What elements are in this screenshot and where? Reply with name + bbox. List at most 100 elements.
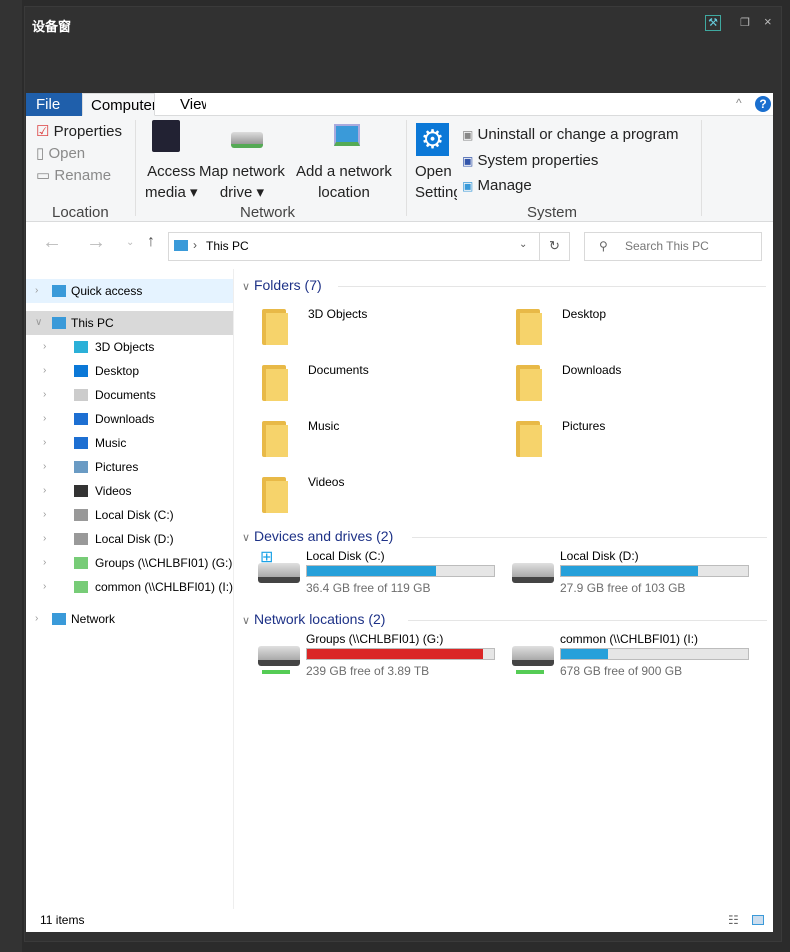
folder-videos[interactable]: Videos xyxy=(262,473,502,523)
sidebar-item-pictures[interactable]: › Pictures xyxy=(26,455,233,479)
chevron-right-icon[interactable]: › xyxy=(43,527,46,551)
search-input[interactable]: ⚲ Search This PC xyxy=(584,232,762,261)
open-settings-button[interactable]: Open Settings xyxy=(415,161,457,203)
folder-label: Documents xyxy=(308,363,369,377)
chevron-right-icon[interactable]: › xyxy=(43,383,46,407)
folder-3d-objects[interactable]: 3D Objects xyxy=(262,305,502,355)
chevron-right-icon[interactable]: › xyxy=(43,551,46,575)
collapse-ribbon-icon[interactable]: ^ xyxy=(736,96,742,110)
map-network-drive-button[interactable]: Map network drive ▾ xyxy=(199,161,285,203)
properties-icon: ☑ xyxy=(36,123,50,140)
open-settings-label-2: Settings xyxy=(415,184,457,201)
download-icon xyxy=(74,413,88,425)
chevron-right-icon[interactable]: › xyxy=(43,407,46,431)
help-icon[interactable]: ? xyxy=(755,96,771,112)
uninstall-label: Uninstall or change a program xyxy=(477,126,679,143)
tab-file[interactable]: File xyxy=(26,93,82,116)
sidebar-item-music[interactable]: › Music xyxy=(26,431,233,455)
restore-icon[interactable]: ❐ xyxy=(740,16,750,29)
search-placeholder: Search This PC xyxy=(625,239,709,253)
folder-documents[interactable]: Documents xyxy=(262,361,502,411)
tab-computer[interactable]: Computer xyxy=(82,93,155,116)
drive-free-space: 27.9 GB free of 103 GB xyxy=(560,581,686,595)
windows-logo-icon: ⊞ xyxy=(260,549,274,566)
chevron-right-icon[interactable]: › xyxy=(35,607,38,631)
drive-free-space: 36.4 GB free of 119 GB xyxy=(306,581,431,595)
sidebar-item-desktop[interactable]: › Desktop xyxy=(26,359,233,383)
sidebar-item-3d-objects[interactable]: › 3D Objects xyxy=(26,335,233,359)
sidebar-item-groups-chlbfi01-g[interactable]: › Groups (\\CHLBFI01) (G:) xyxy=(26,551,233,575)
sidebar-item-this-pc[interactable]: ∨ This PC xyxy=(26,311,233,335)
close-icon[interactable]: × xyxy=(764,14,772,29)
drive-0[interactable]: ⊞ Local Disk (C:) 36.4 GB free of 119 GB xyxy=(256,549,506,599)
sidebar-item-label: This PC xyxy=(71,316,114,330)
music-icon xyxy=(74,437,88,449)
address-dropdown-icon[interactable]: ⌄ xyxy=(519,239,527,250)
breadcrumb-this-pc[interactable]: This PC xyxy=(206,239,249,253)
network-drive-1[interactable]: common (\\CHLBFI01) (I:) 678 GB free of … xyxy=(510,632,760,682)
sidebar-item-downloads[interactable]: › Downloads xyxy=(26,407,233,431)
sidebar-item-local-disk-d[interactable]: › Local Disk (D:) xyxy=(26,527,233,551)
up-arrow-icon[interactable]: ↑ xyxy=(147,233,155,251)
refresh-icon[interactable]: ↻ xyxy=(549,238,560,254)
status-bar: 11 items ☷ xyxy=(26,909,773,932)
chevron-right-icon[interactable]: › xyxy=(43,575,46,599)
folder-desktop[interactable]: Desktop xyxy=(516,305,756,355)
details-view-icon[interactable]: ☷ xyxy=(728,909,739,932)
chevron-right-icon[interactable]: › xyxy=(35,279,38,303)
uninstall-button[interactable]: ▣ Uninstall or change a program xyxy=(462,126,678,143)
drive-name: Local Disk (C:) xyxy=(306,549,385,563)
computer-icon xyxy=(52,317,66,329)
network-group-header[interactable]: ∨ Network locations (2) xyxy=(242,611,767,627)
file-explorer-window: File Computer View ^ ? ☑ Properties ▯ Op… xyxy=(26,93,773,932)
address-bar[interactable]: › This PC ⌄ ↻ xyxy=(168,232,570,261)
devices-header-label: Devices and drives (2) xyxy=(253,528,394,544)
rename-button[interactable]: ▭ Rename xyxy=(36,166,111,184)
forward-arrow-icon[interactable]: → xyxy=(86,231,106,254)
chevron-down-icon[interactable]: ∨ xyxy=(35,311,42,335)
chevron-right-icon[interactable]: › xyxy=(43,479,46,503)
divider xyxy=(408,620,767,621)
system-properties-button[interactable]: ▣ System properties xyxy=(462,152,598,169)
manage-icon: ▣ xyxy=(462,179,474,193)
chevron-right-icon[interactable]: › xyxy=(43,359,46,383)
drive-1[interactable]: Local Disk (D:) 27.9 GB free of 103 GB xyxy=(510,549,760,599)
sidebar-item-videos[interactable]: › Videos xyxy=(26,479,233,503)
open-settings-label: Open xyxy=(415,163,452,180)
recent-locations-chevron-icon[interactable]: ⌄ xyxy=(126,237,134,248)
folder-icon xyxy=(516,305,544,345)
properties-button[interactable]: ☑ Properties xyxy=(36,122,122,140)
sidebar-item-common-chlbfi01-i[interactable]: › common (\\CHLBFI01) (I:) xyxy=(26,575,233,599)
content-pane: ∨ Folders (7) 3D Objects Desktop Documents… xyxy=(236,269,773,909)
sidebar-item-local-disk-c[interactable]: › Local Disk (C:) xyxy=(26,503,233,527)
folder-label: 3D Objects xyxy=(308,307,368,321)
tab-view[interactable]: View xyxy=(166,93,206,116)
chevron-right-icon[interactable]: › xyxy=(43,335,46,359)
sidebar-item-quick-access[interactable]: › Quick access xyxy=(26,279,233,303)
manage-button[interactable]: ▣ Manage xyxy=(462,177,532,194)
tools-icon[interactable]: ⚒ xyxy=(705,15,721,31)
network-drive-0[interactable]: Groups (\\CHLBFI01) (G:) 239 GB free of … xyxy=(256,632,506,682)
folder-pictures[interactable]: Pictures xyxy=(516,417,756,467)
folder-music[interactable]: Music xyxy=(262,417,502,467)
open-button[interactable]: ▯ Open xyxy=(36,144,85,162)
network-cable-icon xyxy=(516,670,544,674)
drive-usage-fill xyxy=(307,649,483,659)
sidebar-item-network[interactable]: › Network xyxy=(26,607,233,631)
chevron-right-icon[interactable]: › xyxy=(43,503,46,527)
large-icons-view-icon[interactable] xyxy=(752,915,764,925)
drive-usage-bar xyxy=(306,648,495,660)
devices-group-header[interactable]: ∨ Devices and drives (2) xyxy=(242,528,767,544)
chevron-right-icon[interactable]: › xyxy=(43,431,46,455)
sidebar-item-documents[interactable]: › Documents xyxy=(26,383,233,407)
add-network-location-button[interactable]: Add a network location xyxy=(296,161,392,203)
folders-group-header[interactable]: ∨ Folders (7) xyxy=(242,277,767,293)
breadcrumb-separator-icon: › xyxy=(193,238,197,252)
network-drive-icon xyxy=(258,646,300,666)
back-arrow-icon[interactable]: ← xyxy=(42,231,62,254)
chevron-right-icon[interactable]: › xyxy=(43,455,46,479)
sidebar-item-label: Network xyxy=(71,612,116,626)
folder-downloads[interactable]: Downloads xyxy=(516,361,756,411)
access-media-button[interactable]: Access media ▾ xyxy=(145,161,198,203)
add-location-label-2: location xyxy=(318,184,370,201)
